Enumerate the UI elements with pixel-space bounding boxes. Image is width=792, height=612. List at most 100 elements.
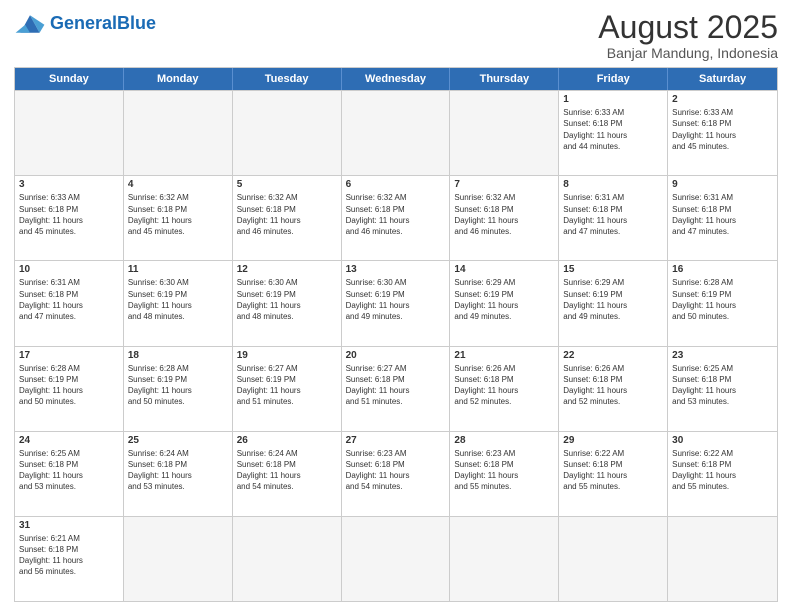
title-block: August 2025 Banjar Mandung, Indonesia [598,10,778,61]
day-info: Sunrise: 6:24 AM Sunset: 6:18 PM Dayligh… [237,448,337,493]
cal-cell-3-3: 20 Sunrise: 6:27 AM Sunset: 6:18 PM Dayli… [342,347,451,431]
day-number: 12 [237,264,337,275]
day-info: Sunrise: 6:23 AM Sunset: 6:18 PM Dayligh… [454,448,554,493]
day-number: 31 [19,520,119,531]
cal-cell-1-4: 7 Sunrise: 6:32 AM Sunset: 6:18 PM Daylig… [450,176,559,260]
cal-cell-1-1: 4Sunrise: 6:32 AM Sunset: 6:18 PM Daylig… [124,176,233,260]
calendar: Sunday Monday Tuesday Wednesday Thursday… [14,67,778,602]
day-info: Sunrise: 6:29 AM Sunset: 6:19 PM Dayligh… [454,277,554,322]
header-thursday: Thursday [450,68,559,90]
day-number: 2 [672,94,773,105]
calendar-subtitle: Banjar Mandung, Indonesia [598,45,778,61]
day-info: Sunrise: 6:21 AM Sunset: 6:18 PM Dayligh… [19,533,119,578]
day-info: Sunrise: 6:30 AM Sunset: 6:19 PM Dayligh… [237,277,337,322]
day-info: Sunrise: 6:31 AM Sunset: 6:18 PM Dayligh… [672,192,773,237]
day-number: 18 [128,350,228,361]
logo-general: General [50,13,117,33]
day-info: Sunrise: 6:22 AM Sunset: 6:18 PM Dayligh… [672,448,773,493]
day-info: Sunrise: 6:32 AM Sunset: 6:18 PM Dayligh… [454,192,554,237]
day-number: 11 [128,264,228,275]
cal-cell-0-3 [342,91,451,175]
day-info: Sunrise: 6:24 AM Sunset: 6:18 PM Dayligh… [128,448,228,493]
cal-cell-1-2: 5 Sunrise: 6:32 AM Sunset: 6:18 PM Daylig… [233,176,342,260]
day-info: Sunrise: 6:25 AM Sunset: 6:18 PM Dayligh… [672,363,773,408]
day-info: Sunrise: 6:29 AM Sunset: 6:19 PM Dayligh… [563,277,663,322]
cal-cell-4-5: 29 Sunrise: 6:22 AM Sunset: 6:18 PM Dayli… [559,432,668,516]
cal-cell-2-5: 15Sunrise: 6:29 AM Sunset: 6:19 PM Dayli… [559,261,668,345]
cal-cell-0-5: 1Sunrise: 6:33 AM Sunset: 6:18 PM Daylig… [559,91,668,175]
day-info: Sunrise: 6:23 AM Sunset: 6:18 PM Dayligh… [346,448,446,493]
day-number: 13 [346,264,446,275]
cal-cell-5-3 [342,517,451,601]
logo-blue: Blue [117,13,156,33]
cal-cell-1-6: 9 Sunrise: 6:31 AM Sunset: 6:18 PM Daylig… [668,176,777,260]
logo: GeneralBlue [14,10,156,38]
day-info: Sunrise: 6:28 AM Sunset: 6:19 PM Dayligh… [128,363,228,408]
day-info: Sunrise: 6:33 AM Sunset: 6:18 PM Dayligh… [19,192,119,237]
cal-cell-4-0: 24Sunrise: 6:25 AM Sunset: 6:18 PM Dayli… [15,432,124,516]
header-wednesday: Wednesday [342,68,451,90]
header-friday: Friday [559,68,668,90]
cal-cell-3-4: 21Sunrise: 6:26 AM Sunset: 6:18 PM Dayli… [450,347,559,431]
day-number: 7 [454,179,554,190]
day-number: 16 [672,264,773,275]
cal-cell-4-6: 30Sunrise: 6:22 AM Sunset: 6:18 PM Dayli… [668,432,777,516]
day-number: 29 [563,435,663,446]
cal-cell-2-4: 14 Sunrise: 6:29 AM Sunset: 6:19 PM Dayli… [450,261,559,345]
cal-cell-3-6: 23Sunrise: 6:25 AM Sunset: 6:18 PM Dayli… [668,347,777,431]
cal-cell-5-5 [559,517,668,601]
day-info: Sunrise: 6:32 AM Sunset: 6:18 PM Dayligh… [237,192,337,237]
day-number: 22 [563,350,663,361]
cal-cell-4-4: 28 Sunrise: 6:23 AM Sunset: 6:18 PM Dayli… [450,432,559,516]
cal-cell-4-1: 25 Sunrise: 6:24 AM Sunset: 6:18 PM Dayli… [124,432,233,516]
day-info: Sunrise: 6:31 AM Sunset: 6:18 PM Dayligh… [19,277,119,322]
cal-cell-5-1 [124,517,233,601]
day-number: 28 [454,435,554,446]
day-number: 20 [346,350,446,361]
cal-cell-3-2: 19Sunrise: 6:27 AM Sunset: 6:19 PM Dayli… [233,347,342,431]
cal-cell-1-5: 8 Sunrise: 6:31 AM Sunset: 6:18 PM Daylig… [559,176,668,260]
day-number: 5 [237,179,337,190]
cal-cell-5-4 [450,517,559,601]
cal-week-row-3: 17Sunrise: 6:28 AM Sunset: 6:19 PM Dayli… [15,346,777,431]
day-info: Sunrise: 6:31 AM Sunset: 6:18 PM Dayligh… [563,192,663,237]
day-info: Sunrise: 6:30 AM Sunset: 6:19 PM Dayligh… [128,277,228,322]
calendar-title: August 2025 [598,10,778,45]
cal-week-row-4: 24Sunrise: 6:25 AM Sunset: 6:18 PM Dayli… [15,431,777,516]
day-number: 25 [128,435,228,446]
cal-cell-0-0 [15,91,124,175]
header-tuesday: Tuesday [233,68,342,90]
day-number: 1 [563,94,663,105]
cal-cell-3-5: 22 Sunrise: 6:26 AM Sunset: 6:18 PM Dayli… [559,347,668,431]
cal-cell-5-0: 31 Sunrise: 6:21 AM Sunset: 6:18 PM Dayli… [15,517,124,601]
day-number: 10 [19,264,119,275]
cal-week-row-0: 1Sunrise: 6:33 AM Sunset: 6:18 PM Daylig… [15,90,777,175]
day-number: 9 [672,179,773,190]
day-info: Sunrise: 6:28 AM Sunset: 6:19 PM Dayligh… [672,277,773,322]
day-info: Sunrise: 6:27 AM Sunset: 6:18 PM Dayligh… [346,363,446,408]
day-number: 26 [237,435,337,446]
day-number: 21 [454,350,554,361]
day-info: Sunrise: 6:32 AM Sunset: 6:18 PM Dayligh… [128,192,228,237]
day-number: 3 [19,179,119,190]
day-number: 27 [346,435,446,446]
header-sunday: Sunday [15,68,124,90]
cal-cell-3-0: 17Sunrise: 6:28 AM Sunset: 6:19 PM Dayli… [15,347,124,431]
day-number: 8 [563,179,663,190]
day-info: Sunrise: 6:32 AM Sunset: 6:18 PM Dayligh… [346,192,446,237]
day-info: Sunrise: 6:28 AM Sunset: 6:19 PM Dayligh… [19,363,119,408]
cal-cell-2-6: 16 Sunrise: 6:28 AM Sunset: 6:19 PM Dayli… [668,261,777,345]
page: GeneralBlue August 2025 Banjar Mandung, … [0,0,792,612]
cal-cell-2-0: 10 Sunrise: 6:31 AM Sunset: 6:18 PM Dayli… [15,261,124,345]
cal-cell-5-2 [233,517,342,601]
header-saturday: Saturday [668,68,777,90]
calendar-body: 1 Sunrise: 6:33 AM Sunset: 6:18 PM Daylig… [15,90,777,601]
day-number: 14 [454,264,554,275]
header-monday: Monday [124,68,233,90]
logo-text: GeneralBlue [50,14,156,34]
day-info: Sunrise: 6:27 AM Sunset: 6:19 PM Dayligh… [237,363,337,408]
day-info: Sunrise: 6:30 AM Sunset: 6:19 PM Dayligh… [346,277,446,322]
day-info: Sunrise: 6:26 AM Sunset: 6:18 PM Dayligh… [563,363,663,408]
cal-week-row-2: 10 Sunrise: 6:31 AM Sunset: 6:18 PM Dayli… [15,260,777,345]
day-info: Sunrise: 6:22 AM Sunset: 6:18 PM Dayligh… [563,448,663,493]
